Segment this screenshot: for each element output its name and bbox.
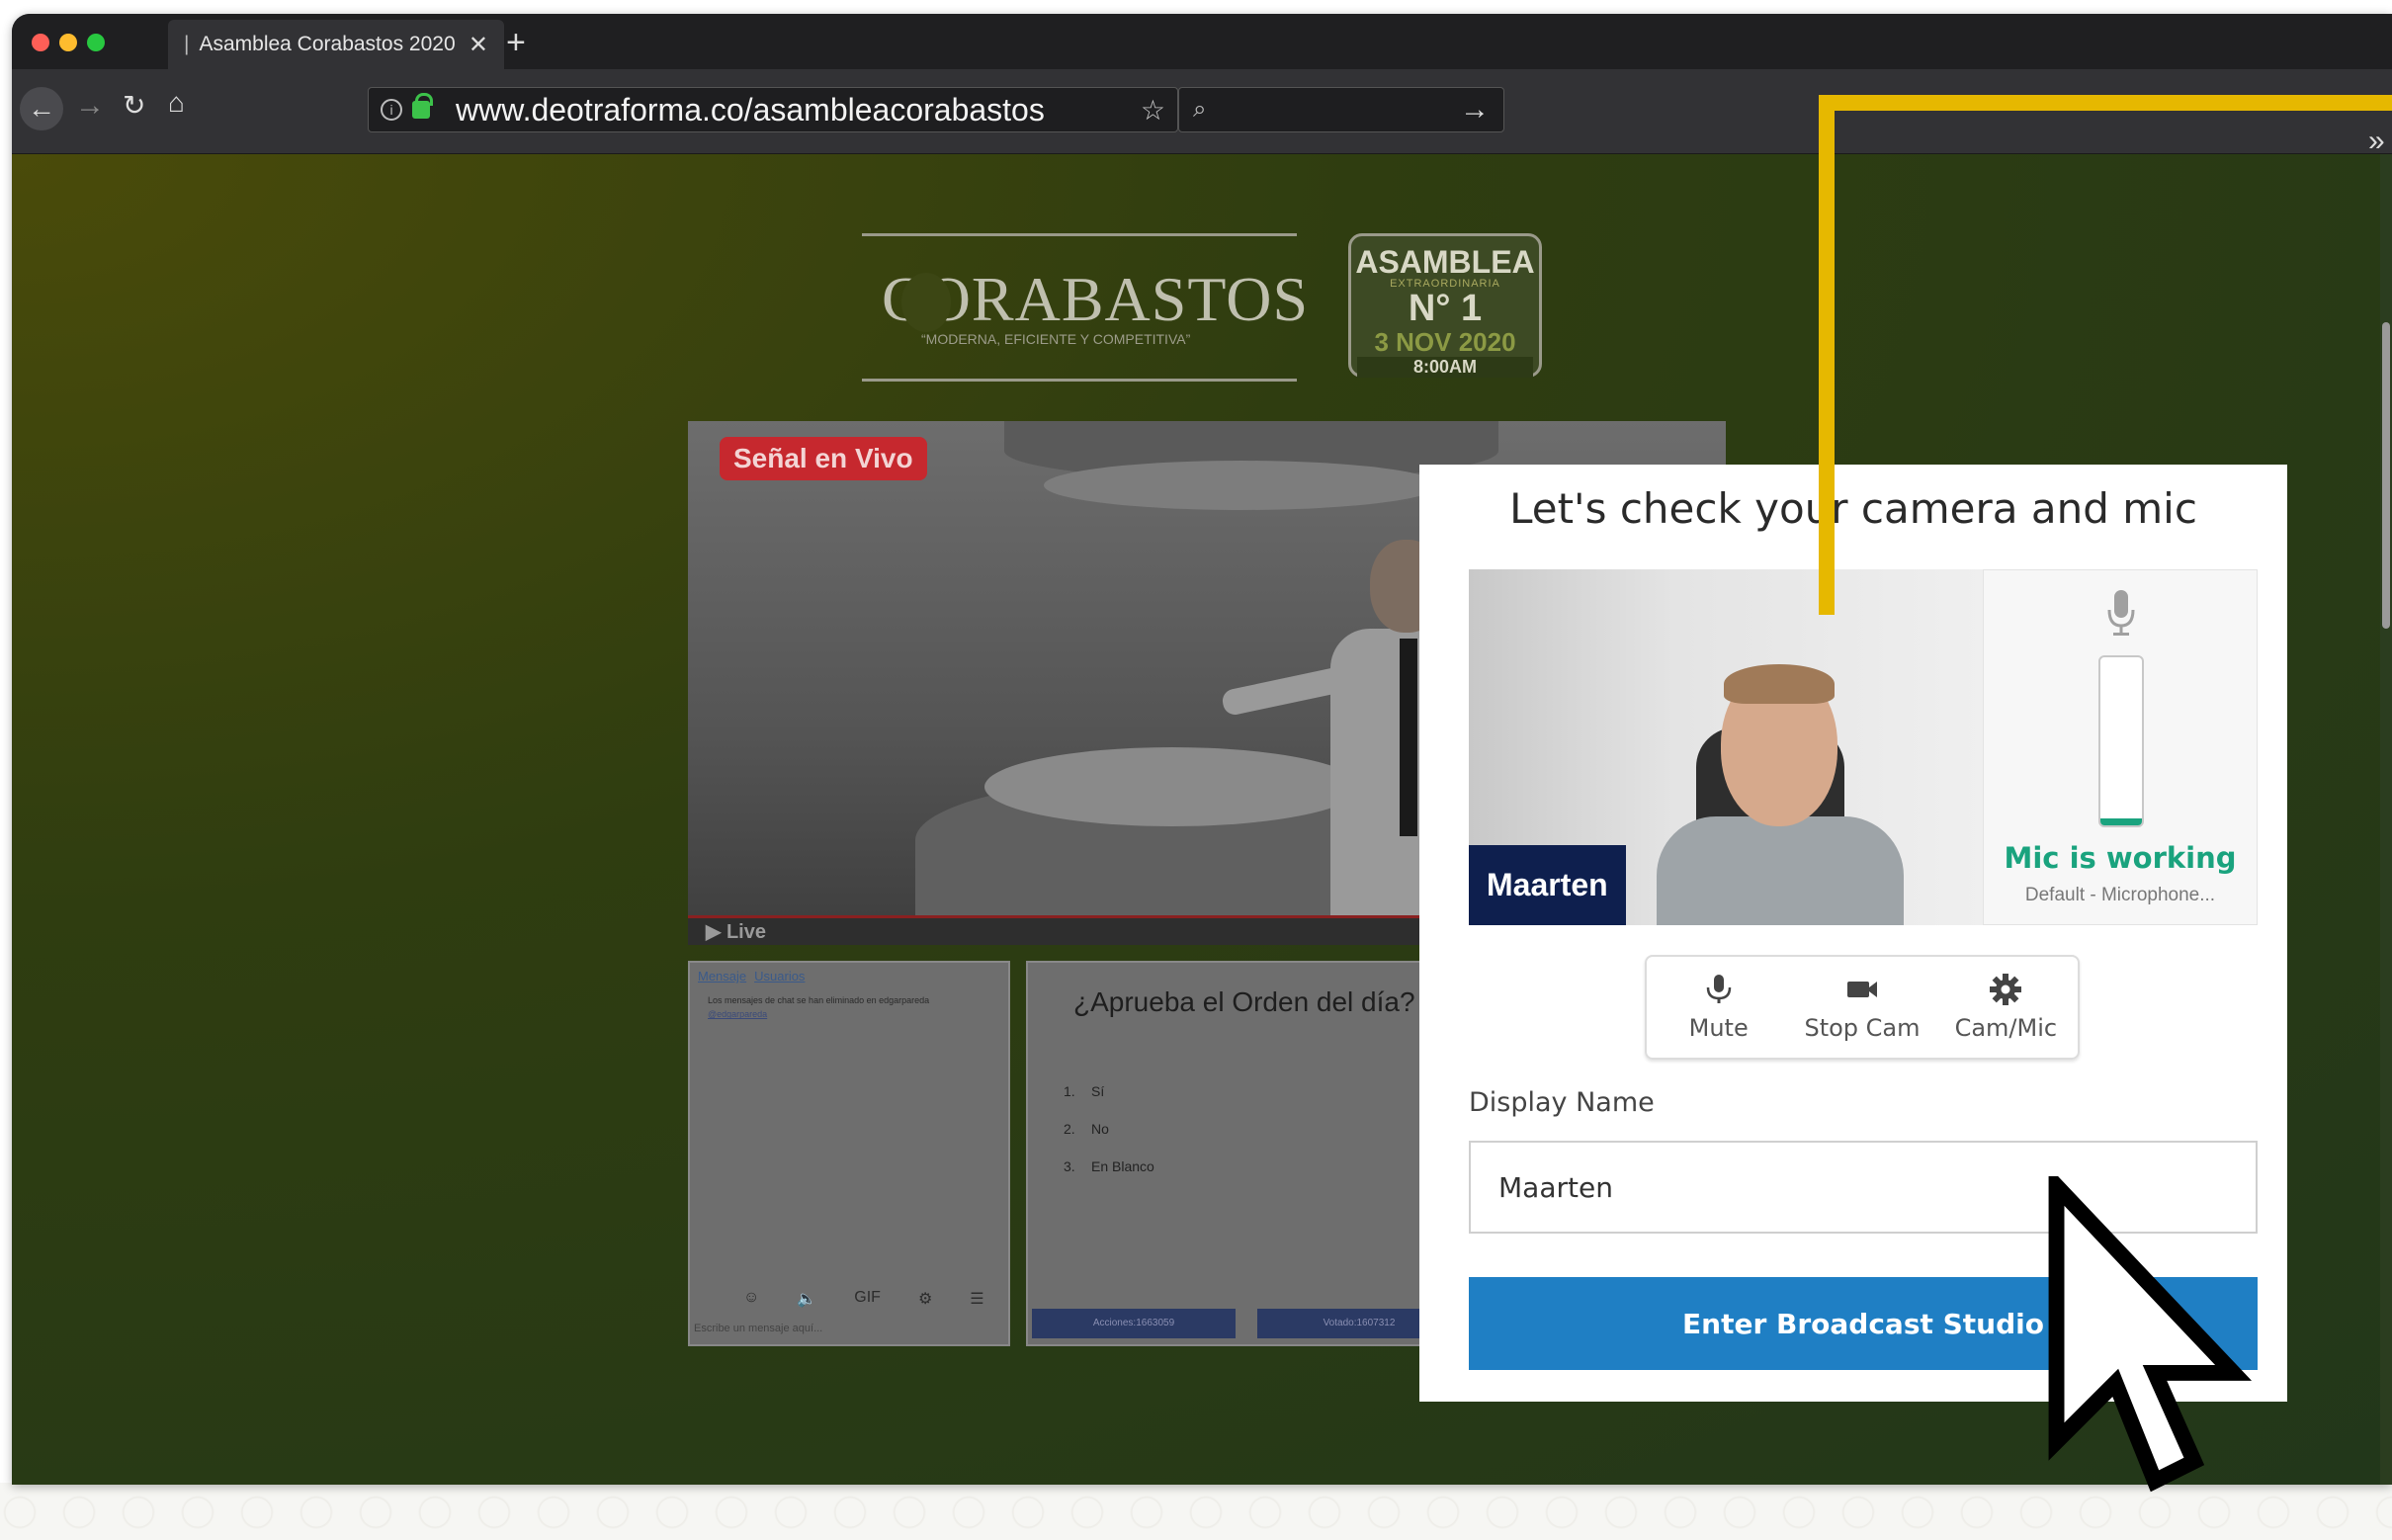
poll-option-label: Sí	[1091, 1083, 1105, 1099]
mic-check-panel: Mic is working Default - Microphone...	[1983, 569, 2258, 925]
page-scrollbar[interactable]	[2380, 154, 2392, 1485]
emoji-icon[interactable]: ☺	[743, 1289, 759, 1309]
participant-name-tag: Maarten	[1469, 845, 1626, 925]
assembly-badge: ASAMBLEA EXTRAORDINARIA N° 1 3 NOV 2020 …	[1348, 233, 1542, 378]
chat-system-note: Los mensajes de chat se han eliminado en…	[690, 989, 1008, 1026]
lock-icon	[412, 93, 433, 119]
browser-toolbar: ← → ↻ ⌂ i www.deotraforma.co/asambleacor…	[12, 69, 2392, 154]
search-go-arrow-icon[interactable]: →	[1460, 93, 1490, 127]
poll-option[interactable]: 2. No	[1064, 1121, 1419, 1137]
bookmark-star-icon[interactable]: ☆	[1141, 94, 1165, 127]
chat-note-link[interactable]: @edgarpareda	[708, 1007, 990, 1021]
poll-shares-stat: Acciones:1663059	[1032, 1309, 1236, 1338]
brand-tagline: “MODERNA, EFICIENTE Y COMPETITIVA”	[921, 331, 1191, 347]
cam-mic-label: Cam/Mic	[1954, 1014, 2058, 1042]
search-icon: ⌕	[1193, 96, 1207, 123]
mute-label: Mute	[1688, 1014, 1749, 1042]
badge-line-1: ASAMBLEA	[1355, 244, 1535, 280]
toolbar-overflow-icon[interactable]: »	[2368, 125, 2385, 158]
chat-note-text: Los mensajes de chat se han eliminado en…	[708, 995, 930, 1005]
microphone-icon	[1706, 975, 1731, 1003]
gear-icon	[1990, 974, 2022, 1005]
mic-level-fill	[2100, 818, 2142, 825]
dialog-title: Let's check your camera and mic	[1509, 484, 2197, 533]
tab-mensaje[interactable]: Mensaje	[698, 969, 746, 984]
minimize-window-button[interactable]	[59, 34, 77, 51]
mic-status: Mic is working	[2004, 841, 2237, 875]
stop-cam-button[interactable]: Stop Cam	[1790, 957, 1933, 1058]
tab-usuarios[interactable]: Usuarios	[754, 969, 805, 984]
badge-line-5: 8:00AM	[1357, 356, 1533, 378]
tab-bar: | Asamblea Corabastos 2020 ✕ +	[12, 14, 2392, 69]
scrollbar-thumb[interactable]	[2382, 322, 2390, 629]
live-signal-badge: Señal en Vivo	[720, 437, 927, 480]
tab-separator: |	[184, 33, 190, 55]
poll-option[interactable]: 1. Sí	[1064, 1083, 1419, 1099]
back-arrow-icon[interactable]: ←	[20, 87, 63, 130]
media-controls: Mute Stop Cam Cam/Mic	[1645, 955, 2080, 1060]
home-icon[interactable]: ⌂	[168, 87, 185, 119]
sound-icon[interactable]: 🔈	[797, 1289, 816, 1309]
address-bar[interactable]: i www.deotraforma.co/asambleacorabastos …	[368, 87, 1178, 132]
chat-tabs: Mensaje Usuarios	[690, 963, 1008, 989]
poll-option-label: No	[1091, 1121, 1109, 1137]
url-text[interactable]: www.deotraforma.co/asambleacorabastos	[456, 92, 1131, 128]
poll-panel: ¿Aprueba el Orden del día? 1. Sí 2. No 3. E…	[1026, 961, 1421, 1346]
poll-voted-stat: Votado:1607312	[1257, 1309, 1419, 1338]
microphone-icon	[2107, 590, 2135, 636]
page-footer-pattern	[0, 1483, 2392, 1540]
new-tab-icon[interactable]: +	[506, 24, 526, 62]
gif-button[interactable]: GIF	[854, 1289, 881, 1309]
callout-line-vertical	[1819, 95, 1835, 615]
studio-ceiling-light	[1044, 461, 1439, 510]
poll-option-label: En Blanco	[1091, 1158, 1154, 1174]
callout-line-horizontal	[1819, 95, 2392, 111]
browser-tab[interactable]: | Asamblea Corabastos 2020 ✕	[168, 20, 504, 69]
poll-stats: Acciones:1663059 Votado:1607312	[1032, 1309, 1419, 1338]
search-bar[interactable]: ⌕ →	[1178, 87, 1504, 132]
mic-level-meter	[2098, 655, 2144, 827]
mute-button[interactable]: Mute	[1647, 957, 1790, 1058]
poll-question: ¿Aprueba el Orden del día?	[1073, 986, 1415, 1017]
presenter-tie	[1400, 639, 1417, 836]
participant-hair	[1724, 664, 1835, 704]
participant-body	[1657, 816, 1904, 925]
corabastos-logo: CORABASTOS “MODERNA, EFICIENTE Y COMPETI…	[862, 233, 1308, 382]
maximize-window-button[interactable]	[87, 34, 105, 51]
list-menu-icon[interactable]: ☰	[970, 1289, 983, 1309]
forward-arrow-icon[interactable]: →	[75, 89, 105, 123]
chat-panel: Mensaje Usuarios Los mensajes de chat se…	[688, 961, 1010, 1346]
tab-title: Asamblea Corabastos 2020	[199, 33, 456, 55]
mouse-pointer-icon	[2048, 1176, 2253, 1493]
tab-close-icon[interactable]: ✕	[469, 31, 488, 59]
chat-message-input[interactable]: Escribe un mensaje aquí...	[694, 1323, 990, 1334]
poll-option-number: 3.	[1064, 1158, 1075, 1174]
chat-toolbar: ☺ 🔈 GIF ⚙ ☰	[743, 1289, 984, 1309]
cam-mic-settings-button[interactable]: Cam/Mic	[1934, 957, 2078, 1058]
camera-preview: Maarten	[1469, 569, 1983, 925]
poll-option[interactable]: 3. En Blanco	[1064, 1158, 1419, 1174]
badge-line-4: 3 NOV 2020	[1374, 326, 1516, 357]
display-name-label: Display Name	[1469, 1087, 1655, 1118]
close-window-button[interactable]	[32, 34, 49, 51]
poll-option-number: 2.	[1064, 1121, 1075, 1137]
info-icon[interactable]: i	[381, 99, 402, 121]
poll-option-number: 1.	[1064, 1083, 1075, 1099]
badge-line-3: N° 1	[1408, 288, 1483, 329]
settings-gear-icon[interactable]: ⚙	[918, 1289, 932, 1309]
mic-device-name: Default - Microphone...	[2024, 885, 2216, 905]
reload-icon[interactable]: ↻	[123, 89, 145, 122]
poll-options: 1. Sí 2. No 3. En Blanco	[1028, 1018, 1419, 1174]
video-camera-icon	[1846, 982, 1877, 997]
player-live-label[interactable]: ▶ Live	[706, 921, 766, 943]
stop-cam-label: Stop Cam	[1804, 1014, 1921, 1042]
